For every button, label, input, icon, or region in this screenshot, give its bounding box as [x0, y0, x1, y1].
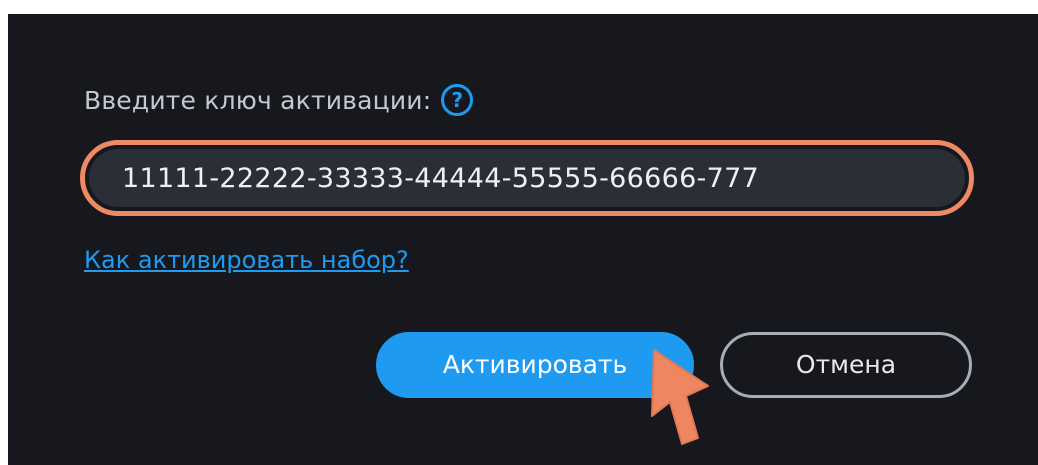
screenshot-frame: Введите ключ активации: ? Как активирова… — [0, 0, 1038, 465]
question-circle-icon[interactable]: ? — [441, 84, 474, 116]
hand-pointer-icon — [651, 349, 709, 445]
activation-key-label: Введите ключ активации: — [84, 85, 432, 115]
how-to-activate-link[interactable]: Как активировать набор? — [84, 246, 409, 274]
activation-key-input-highlight — [80, 140, 974, 216]
activation-prompt-row: Введите ключ активации: ? — [84, 80, 474, 120]
activation-key-input[interactable] — [89, 149, 965, 207]
cancel-button[interactable]: Отмена — [720, 332, 972, 398]
activation-dialog: Введите ключ активации: ? Как активирова… — [8, 14, 1038, 465]
